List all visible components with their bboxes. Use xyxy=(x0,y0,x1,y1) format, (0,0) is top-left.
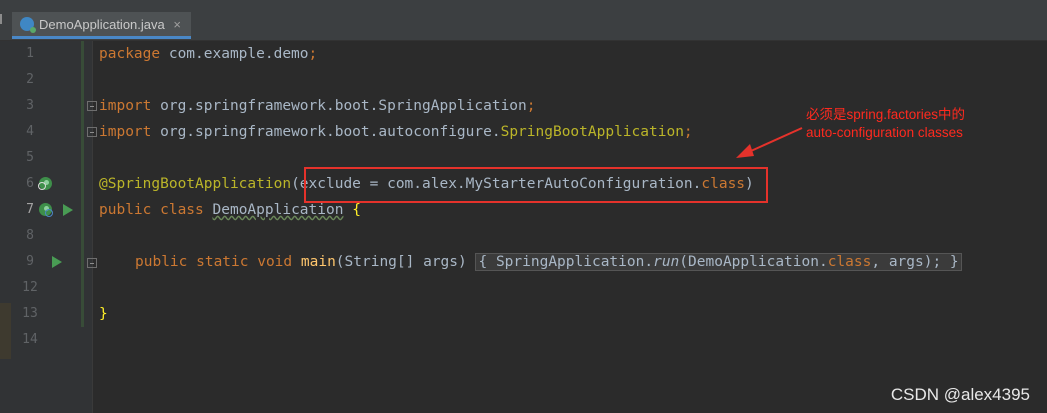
annotation: @SpringBootApplication xyxy=(99,176,292,192)
line-number: 3 xyxy=(26,98,34,113)
class-name: DemoApplication xyxy=(212,202,344,218)
method-run: run xyxy=(653,254,680,270)
editor-tab-bar: DemoApplication.java × xyxy=(0,0,1047,41)
brace: } xyxy=(99,306,108,322)
close-icon[interactable]: × xyxy=(173,17,181,32)
brace: { xyxy=(352,202,361,218)
line-number: 2 xyxy=(26,72,34,87)
annotation-note: 必须是spring.factories中的 auto-configuration… xyxy=(806,106,1016,142)
keyword: import xyxy=(99,98,152,114)
fold-icon[interactable] xyxy=(87,127,97,137)
semicolon: ; xyxy=(526,98,536,114)
tab-label: DemoApplication.java xyxy=(39,16,165,32)
run-icon[interactable] xyxy=(63,204,73,216)
semicolon: ; xyxy=(308,46,318,62)
folded-body[interactable]: { SpringApplication.run(DemoApplication.… xyxy=(475,253,962,271)
code-line-1[interactable]: package com.example.demo; xyxy=(99,45,317,63)
params: (String[] args) xyxy=(335,254,467,270)
keyword: package xyxy=(99,46,161,62)
annotation-arrow xyxy=(736,127,803,158)
keyword: public static void xyxy=(135,254,293,270)
highlight-box xyxy=(304,167,768,203)
annotation-line-1: 必须是spring.factories中的 xyxy=(806,107,966,122)
annotation-line-2: auto-configuration classes xyxy=(806,125,963,140)
change-marker xyxy=(0,303,11,359)
code-line-3[interactable]: import org.springframework.boot.SpringAp… xyxy=(99,97,536,115)
keyword: public class xyxy=(99,202,204,218)
code-line-4[interactable]: import org.springframework.boot.autoconf… xyxy=(99,123,693,141)
semicolon: ; xyxy=(683,124,693,140)
tab-demo-application[interactable]: DemoApplication.java × xyxy=(12,12,191,39)
code-line-7[interactable]: public class DemoApplication { xyxy=(99,201,361,219)
spring-class-icon xyxy=(20,17,36,33)
tab-bar-edge xyxy=(0,14,7,24)
line-number: 4 xyxy=(26,124,34,139)
line-number: 14 xyxy=(22,332,38,347)
code-line-13[interactable]: } xyxy=(99,305,108,323)
import-path: org.springframework.boot.autoconfigure. xyxy=(151,124,501,140)
method-name: main xyxy=(300,254,336,270)
import-path: org.springframework.boot.SpringApplicati… xyxy=(151,98,527,114)
line-number: 1 xyxy=(26,46,34,61)
line-number: 8 xyxy=(26,228,34,243)
search-icon[interactable] xyxy=(45,209,53,217)
keyword: class xyxy=(827,254,872,270)
fold-icon[interactable] xyxy=(87,258,97,268)
fold-icon[interactable] xyxy=(87,101,97,111)
run-icon[interactable] xyxy=(52,256,62,268)
line-number: 13 xyxy=(22,306,38,321)
watermark: CSDN @alex4395 xyxy=(890,385,1030,404)
keyword: import xyxy=(99,124,152,140)
folded-mid: (DemoApplication. xyxy=(679,254,828,270)
line-number: 12 xyxy=(22,280,38,295)
code-line-9[interactable]: public static void main(String[] args) {… xyxy=(135,253,962,271)
vcs-change-bar xyxy=(81,41,84,327)
package-name: com.example.demo xyxy=(160,46,309,62)
folded-post: , args); } xyxy=(871,254,959,270)
line-number: 9 xyxy=(26,254,34,269)
left-strip xyxy=(0,41,11,413)
line-number: 5 xyxy=(26,150,34,165)
search-icon[interactable] xyxy=(38,182,46,190)
folded-pre: { SpringApplication. xyxy=(478,254,654,270)
class-name: SpringBootApplication xyxy=(500,124,684,140)
